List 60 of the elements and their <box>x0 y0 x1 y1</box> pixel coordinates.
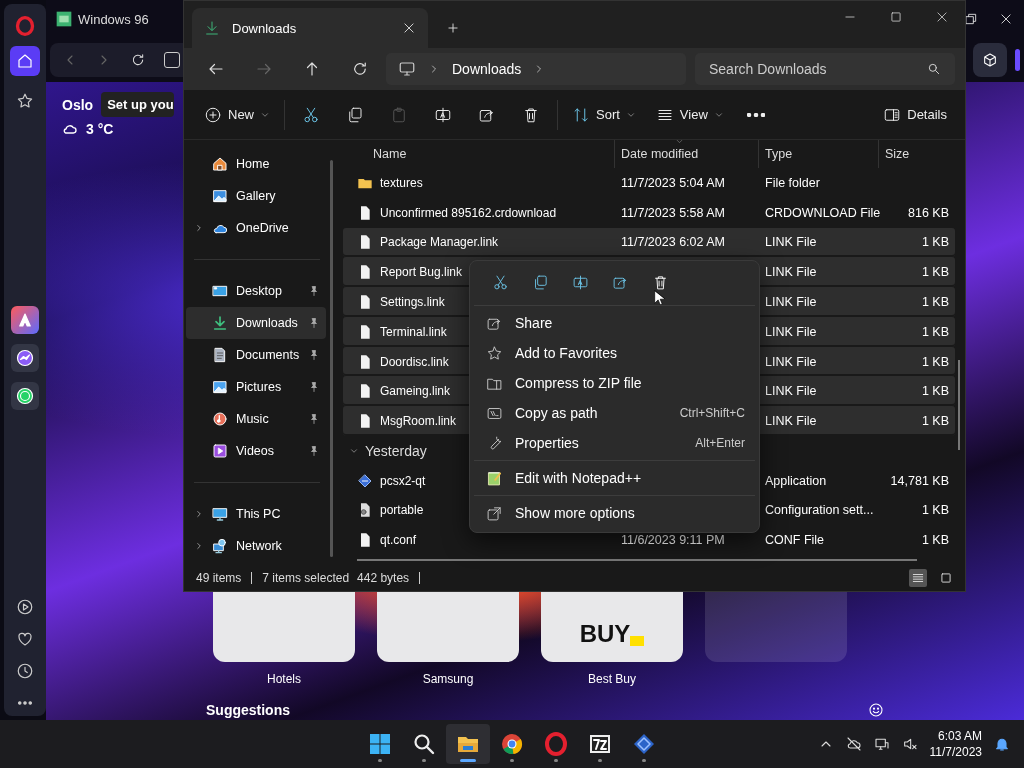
file-size: 1 KB <box>921 533 949 548</box>
file-type: LINK File <box>765 354 817 369</box>
file-name: pcsx2-qt <box>380 473 426 488</box>
file-name: Package Manager.link <box>380 235 499 250</box>
file-type: File folder <box>765 175 820 190</box>
nav-label: Desktop <box>236 284 283 298</box>
nav-label: Music <box>236 412 270 426</box>
item-count: 49 items <box>196 571 242 585</box>
file-name: portable <box>380 503 424 518</box>
shortcut-label: Ctrl+Shift+C <box>679 406 745 420</box>
file-size: 1 KB <box>921 414 949 429</box>
file-type: Application <box>765 473 827 488</box>
file-size: 816 KB <box>908 205 949 220</box>
nav-label: Downloads <box>236 316 299 330</box>
section-heading: Suggestions <box>206 702 290 718</box>
file-name: Unconfirmed 895162.crdownload <box>380 205 557 220</box>
file-size: 1 KB <box>921 384 949 399</box>
nav-label: Network <box>236 539 283 553</box>
nav-label: Videos <box>236 444 275 458</box>
file-type: LINK File <box>765 295 817 309</box>
file-type: CONF File <box>765 533 825 548</box>
file-type: CRDOWNLOAD File <box>765 205 881 220</box>
nav-label: This PC <box>236 507 282 521</box>
file-size: 1 KB <box>921 265 949 280</box>
selection-count: 7 items selected <box>262 571 350 585</box>
date-modified: 11/6/2023 9:11 PM <box>621 533 725 548</box>
nav-label: Gallery <box>236 189 277 203</box>
file-size: 1 KB <box>921 295 949 309</box>
file-name: Doordisc.link <box>380 354 449 369</box>
file-type: LINK File <box>765 414 817 429</box>
date-modified: 11/7/2023 5:04 AM <box>621 175 726 190</box>
file-type: LINK File <box>765 384 817 399</box>
nav-label: Documents <box>236 348 300 362</box>
file-type: LINK File <box>765 324 817 339</box>
file-size: 1 KB <box>921 235 949 250</box>
nav-label: Pictures <box>236 380 283 394</box>
file-name: textures <box>380 175 423 190</box>
date-modified: 11/7/2023 6:02 AM <box>621 235 726 250</box>
file-type: LINK File <box>765 265 817 280</box>
file-size: 1 KB <box>921 503 949 518</box>
nav-label: Home <box>236 157 271 171</box>
nav-label: OneDrive <box>236 221 290 235</box>
file-name: qt.conf <box>380 533 417 548</box>
file-size: 1 KB <box>921 354 949 369</box>
date-modified: 11/7/2023 5:58 AM <box>621 205 726 220</box>
file-type: Configuration sett... <box>765 503 874 518</box>
selection-size: 442 bytes <box>357 571 410 585</box>
file-size: 1 KB <box>921 324 949 339</box>
file-size: 14,781 KB <box>890 473 949 488</box>
file-name: Report Bug.link <box>380 265 463 280</box>
file-name: Settings.link <box>380 295 445 309</box>
shortcut-label: Alt+Enter <box>695 436 745 450</box>
file-name: MsgRoom.link <box>380 414 457 429</box>
file-name: Gameing.link <box>380 384 451 399</box>
file-type: LINK File <box>765 235 817 250</box>
tab-title: Downloads <box>232 20 297 36</box>
temperature: 3 °C <box>86 121 114 137</box>
tile-logo: BUY <box>579 620 631 648</box>
file-name: Terminal.link <box>380 324 447 339</box>
city-name: Oslo <box>62 96 94 113</box>
